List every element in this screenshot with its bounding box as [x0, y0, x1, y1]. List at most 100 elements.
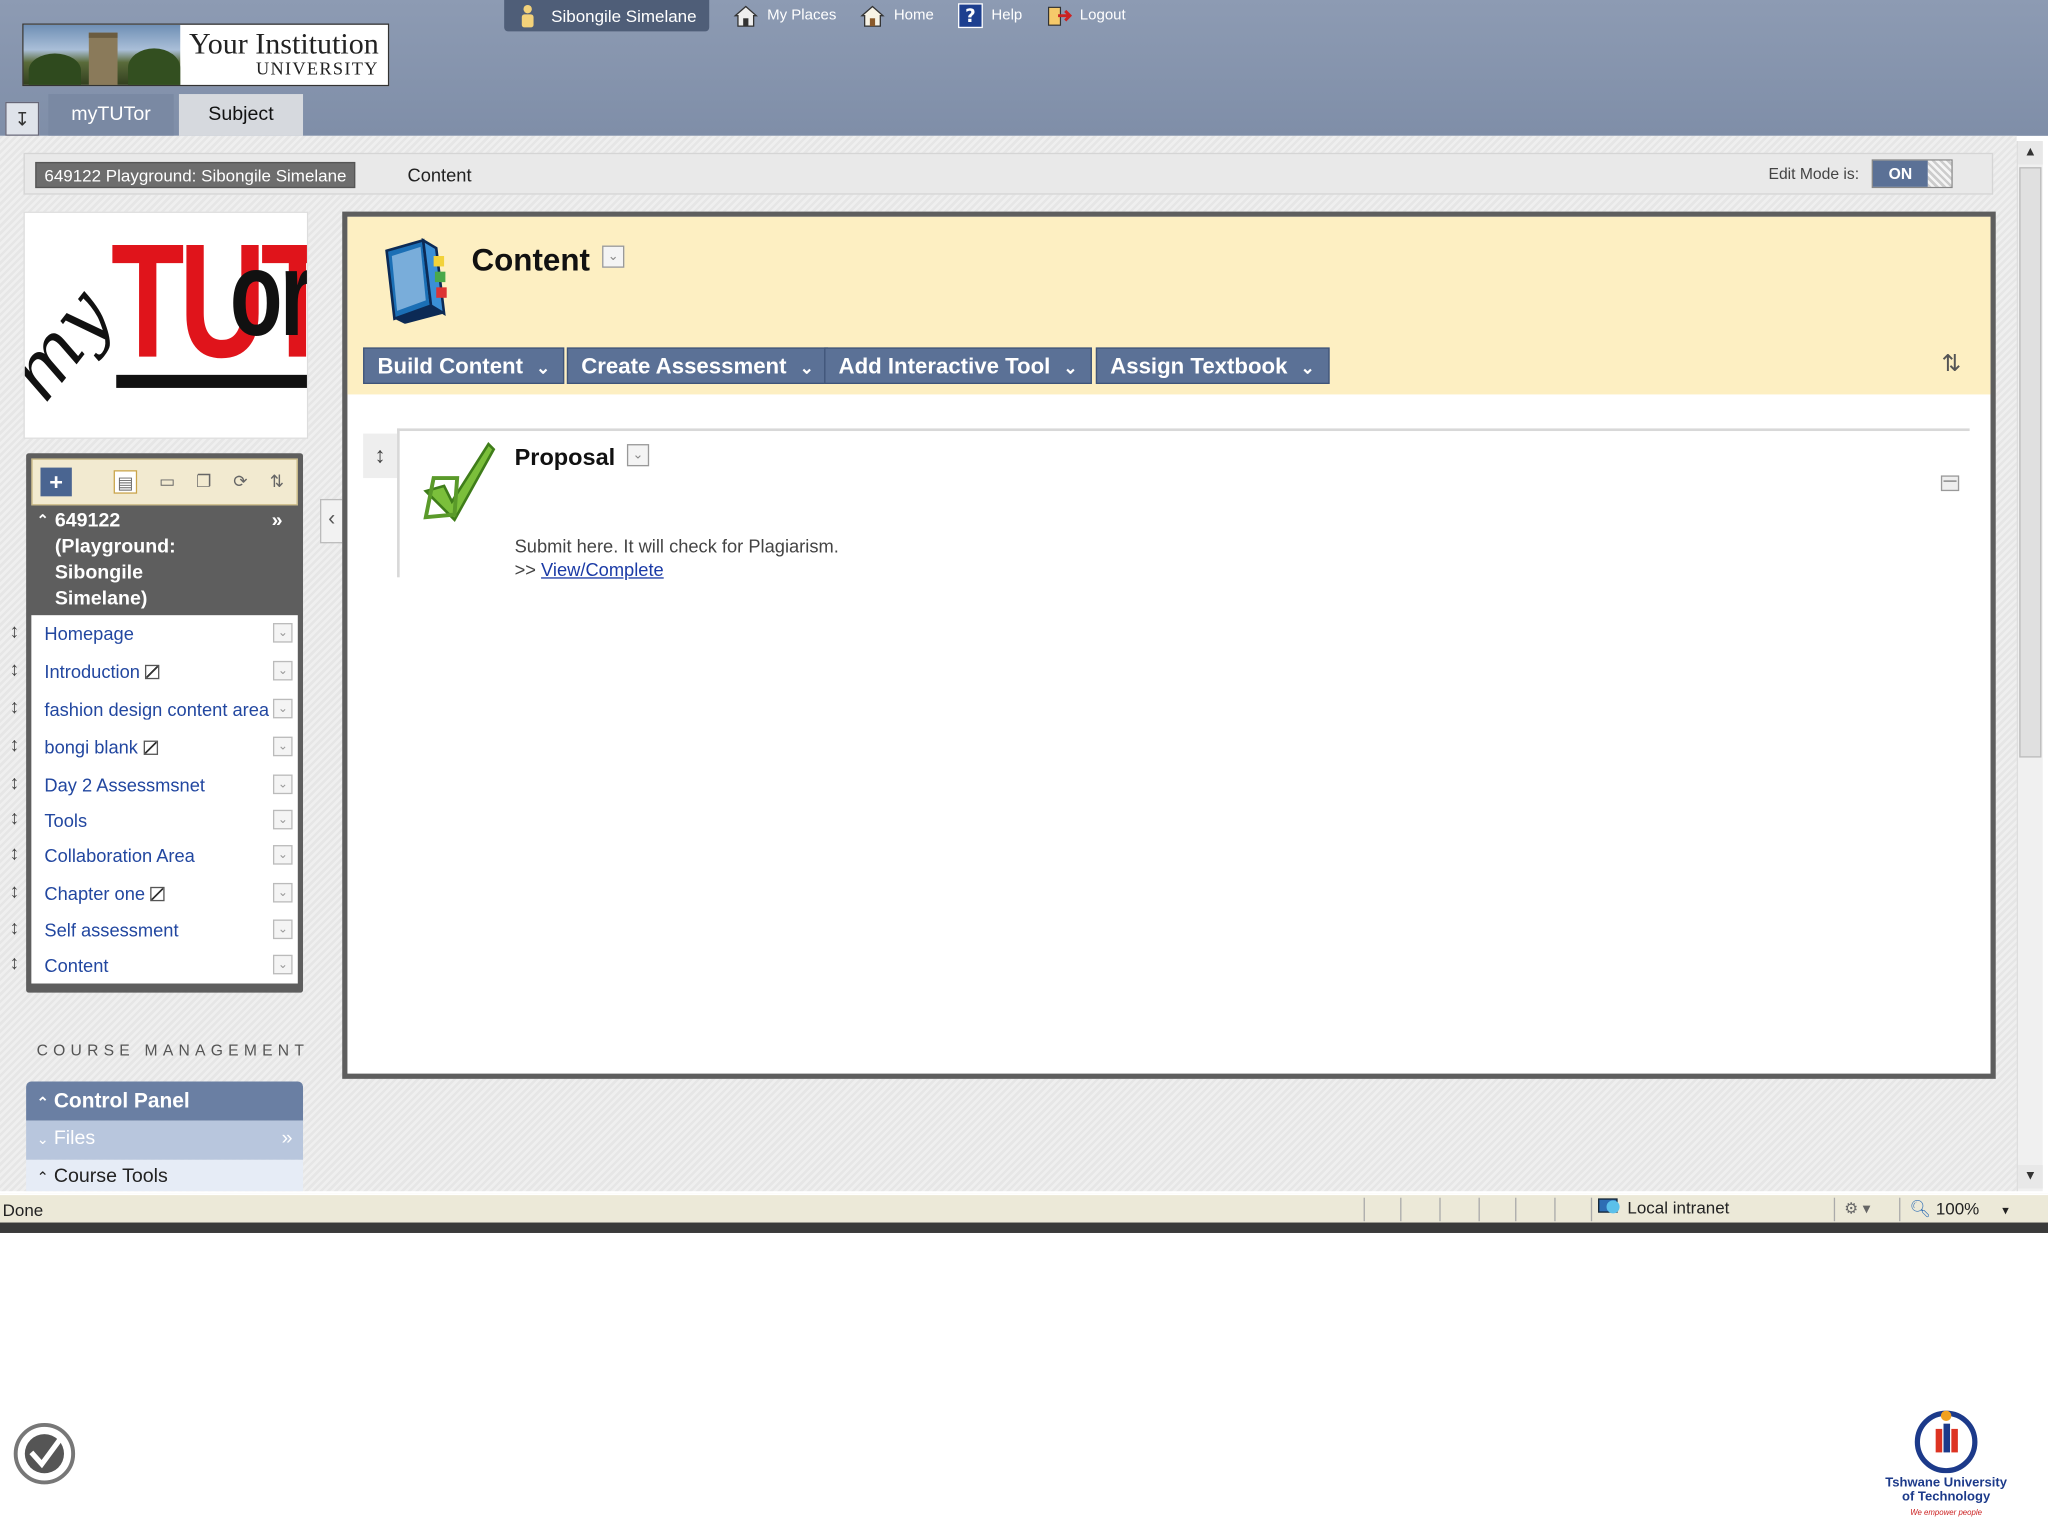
browser-status-bar: Done Local intranet ⚙ ▾ 🔍︎ 100% ▾: [0, 1193, 2048, 1223]
vertical-scrollbar[interactable]: ▲ ▼: [2016, 141, 2043, 1192]
sidebar-item[interactable]: Tools ⌄: [31, 802, 297, 839]
course-tools-section[interactable]: ⌃ Course Tools: [26, 1159, 304, 1192]
sidebar-item[interactable]: Homepage ⌄: [31, 615, 297, 652]
action-button[interactable]: Create Assessment ⌄: [566, 347, 829, 384]
drag-handle-icon[interactable]: ↕: [7, 952, 23, 974]
reorder-icon[interactable]: ⇅: [265, 470, 289, 494]
my-places-link[interactable]: My Places: [733, 3, 836, 29]
item-options-chevron-icon[interactable]: ⌄: [272, 698, 293, 719]
item-options-chevron-icon[interactable]: ⌄: [272, 774, 293, 795]
item-options-chevron-icon[interactable]: ⌄: [272, 919, 293, 940]
item-options-chevron-icon[interactable]: ⌄: [272, 660, 293, 681]
expand-caret-icon: ⌃: [36, 1095, 49, 1112]
protected-mode-icon[interactable]: ⚙ ▾: [1844, 1199, 1870, 1217]
institution-subtitle: UNIVERSITY: [255, 60, 379, 80]
collapse-caret-icon[interactable]: ⌃: [37, 508, 49, 534]
item-options-chevron-icon[interactable]: ⌄: [272, 882, 293, 903]
item-options-chevron-icon[interactable]: ⌄: [272, 623, 293, 643]
tab-mytutor[interactable]: myTUTor: [48, 94, 174, 136]
course-menu-more-icon[interactable]: »: [272, 508, 283, 534]
edit-mode-label: Edit Mode is:: [1768, 164, 1860, 183]
title-options-chevron-icon[interactable]: ⌄: [602, 245, 625, 268]
sidebar-item-label[interactable]: Introduction: [44, 661, 269, 682]
action-button[interactable]: Add Interactive Tool ⌄: [824, 347, 1092, 384]
help-link[interactable]: ? Help: [957, 3, 1022, 29]
intranet-icon: [1598, 1198, 1620, 1214]
sidebar-item-label[interactable]: Day 2 Assessmsnet: [44, 775, 269, 796]
institution-logo[interactable]: Your Institution UNIVERSITY: [22, 23, 390, 87]
scroll-down-icon[interactable]: ▼: [2017, 1165, 2043, 1189]
drag-handle-icon[interactable]: ↕: [7, 658, 23, 680]
files-more-icon[interactable]: »: [282, 1121, 293, 1158]
minimize-icon[interactable]: —: [1940, 475, 1960, 492]
drag-handle-icon[interactable]: ↕: [7, 842, 23, 864]
home-link[interactable]: Home: [860, 3, 934, 29]
zoom-control[interactable]: 🔍︎ 100% ▾: [1910, 1199, 2009, 1220]
sidebar-item[interactable]: Chapter one ⌄: [31, 875, 297, 912]
user-menu[interactable]: Sibongile Simelane: [504, 0, 710, 32]
sidebar-item[interactable]: Self assessment ⌄: [31, 912, 297, 949]
tut-emblem-icon: [1914, 1410, 1978, 1474]
zoom-value: 100%: [1935, 1199, 1980, 1219]
action-button[interactable]: Build Content ⌄: [363, 347, 565, 384]
drag-handle-icon[interactable]: ↕: [7, 734, 23, 756]
window-border: [0, 1222, 2048, 1233]
sidebar-item-label[interactable]: Content: [44, 955, 269, 976]
item-options-chevron-icon[interactable]: ⌄: [626, 444, 650, 467]
item-options-chevron-icon[interactable]: ⌄: [272, 845, 293, 865]
item-link-row: >> View/Complete: [515, 559, 664, 580]
sidebar-item[interactable]: Content ⌄: [31, 947, 297, 984]
reorder-items-icon[interactable]: ⇅: [1933, 350, 1970, 381]
breadcrumb-current: Content: [407, 164, 472, 186]
breadcrumb-course[interactable]: 649122 Playground: Sibongile Simelane: [35, 161, 356, 189]
drag-handle-icon[interactable]: ↕: [7, 696, 23, 718]
list-view-icon[interactable]: ▤: [113, 470, 138, 494]
sidebar-item-label[interactable]: Homepage: [44, 623, 269, 644]
drag-handle-icon[interactable]: ↕: [7, 880, 23, 902]
toggle-frame-button[interactable]: ↧: [5, 101, 40, 136]
control-panel-header[interactable]: ⌃ Control Panel: [26, 1081, 304, 1121]
drag-handle-icon[interactable]: ↕: [363, 433, 398, 479]
folder-view-icon[interactable]: ▭: [155, 470, 179, 494]
sidebar-item[interactable]: Collaboration Area ⌄: [31, 837, 297, 874]
tab-bar: ↧ myTUTor Subject: [0, 94, 2048, 136]
action-button[interactable]: Assign Textbook ⌄: [1095, 347, 1330, 384]
sidebar-item-label[interactable]: fashion design content area: [44, 699, 269, 720]
drag-handle-icon[interactable]: ↕: [7, 772, 23, 794]
sidebar-item[interactable]: fashion design content area ⌄: [31, 691, 297, 728]
dropdown-chevron-icon: ⌄: [1063, 357, 1078, 378]
link-prefix: >>: [514, 559, 536, 580]
item-options-chevron-icon[interactable]: ⌄: [272, 954, 293, 975]
sidebar-item-label[interactable]: bongi blank: [44, 737, 269, 758]
refresh-icon[interactable]: ⟳: [229, 470, 253, 494]
content-book-icon: [385, 237, 447, 324]
tab-subject[interactable]: Subject: [178, 94, 304, 136]
logout-link[interactable]: Logout: [1046, 3, 1126, 29]
item-options-chevron-icon[interactable]: ⌄: [272, 809, 293, 830]
drag-handle-icon[interactable]: ↕: [7, 620, 23, 642]
sidebar-item-label[interactable]: Tools: [44, 810, 269, 831]
scroll-thumb[interactable]: [2019, 167, 2042, 758]
course-title-header[interactable]: ⌃ 649122 (Playground: Sibongile Simelane…: [31, 508, 297, 615]
collapse-sidebar-button[interactable]: ‹: [319, 498, 344, 544]
drag-handle-icon[interactable]: ↕: [7, 917, 23, 939]
sidebar-item-label[interactable]: Collaboration Area: [44, 845, 269, 866]
files-section[interactable]: ⌄ Files »: [26, 1120, 304, 1160]
sidebar-item-label[interactable]: Chapter one: [44, 883, 269, 904]
action-button-label: Create Assessment: [581, 353, 787, 379]
item-options-chevron-icon[interactable]: ⌄: [272, 736, 293, 757]
sidebar-item[interactable]: Day 2 Assessmsnet ⌄: [31, 767, 297, 804]
sidebar-item[interactable]: Introduction ⌄: [31, 653, 297, 690]
view-complete-link[interactable]: View/Complete: [541, 559, 664, 580]
scroll-up-icon[interactable]: ▲: [2017, 141, 2043, 165]
drag-handle-icon[interactable]: ↕: [7, 807, 23, 829]
course-title: 649122 (Playground: Sibongile Simelane): [54, 509, 176, 610]
new-window-icon[interactable]: ❐: [192, 470, 216, 494]
user-name: Sibongile Simelane: [551, 5, 697, 26]
sidebar-item-label[interactable]: Self assessment: [44, 920, 269, 941]
tut-logo: Tshwane University of Technology We empo…: [1881, 1405, 2012, 1525]
sidebar-item[interactable]: bongi blank ⌄: [31, 729, 297, 766]
item-title[interactable]: Proposal: [515, 444, 616, 471]
edit-mode-toggle[interactable]: ON: [1871, 159, 1953, 189]
add-menu-item-button[interactable]: +: [40, 467, 72, 497]
